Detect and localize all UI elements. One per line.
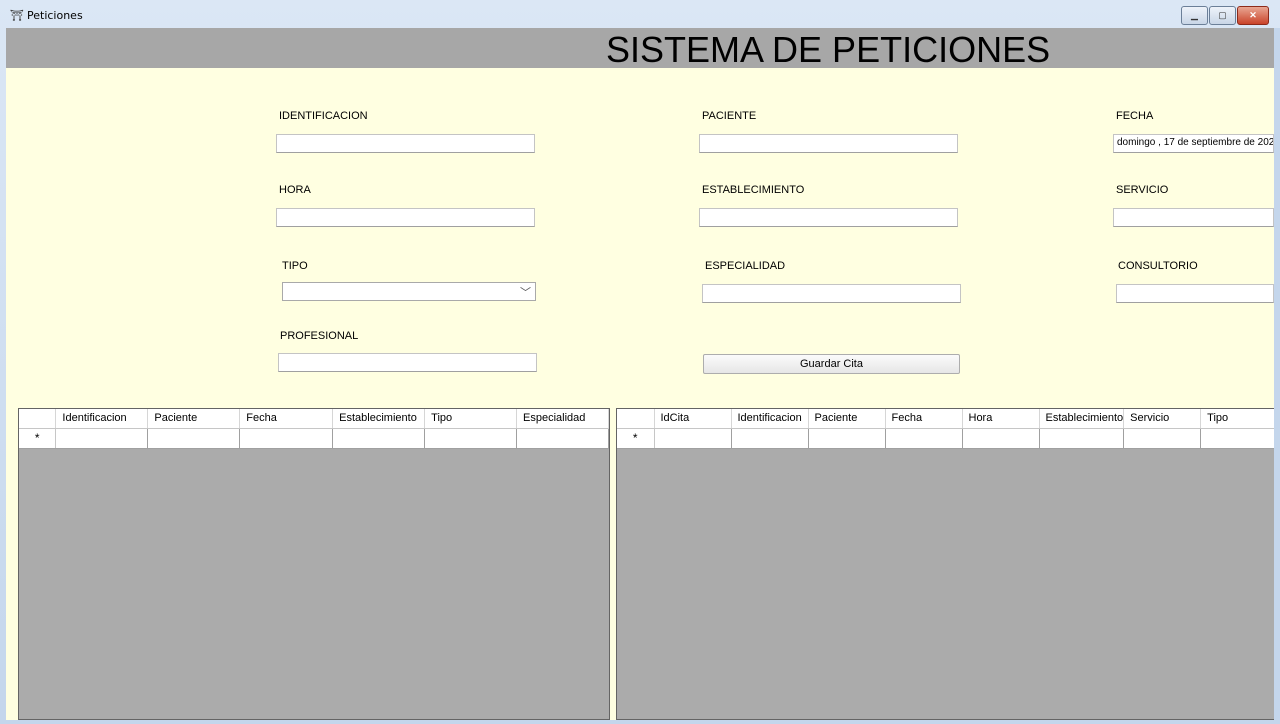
column-header[interactable]: Fecha [885,409,963,429]
table-header-row: Identificacion Paciente Fecha Establecim… [19,409,609,429]
citas-grid[interactable]: IdCita Identificacion Paciente Fecha Hor… [616,408,1274,720]
column-header[interactable]: Identificacion [731,409,809,429]
page-title: SISTEMA DE PETICIONES [606,29,1051,70]
identificacion-field[interactable] [276,134,535,153]
table-cell[interactable] [332,428,426,449]
column-header[interactable]: Especialidad [516,409,609,429]
table-cell[interactable] [1200,428,1274,449]
especialidad-label: ESPECIALIDAD [705,260,786,272]
table-row[interactable]: * [19,428,609,449]
column-header[interactable]: Servicio [1123,409,1202,429]
table-cell[interactable] [962,428,1040,449]
table-cell[interactable] [239,428,334,449]
form-client-area: SISTEMA DE PETICIONES IDENTIFICACION PAC… [6,28,1274,720]
tipo-label: TIPO [282,260,308,272]
column-header[interactable]: Paciente [147,409,241,429]
profesional-label: PROFESIONAL [280,330,359,342]
column-header[interactable]: Establecimiento [1039,409,1125,429]
table-cell[interactable] [424,428,517,449]
chevron-down-icon[interactable]: ﹀ [520,284,531,300]
header-banner: SISTEMA DE PETICIONES [6,28,1274,70]
hora-field[interactable] [276,208,535,227]
maximize-button[interactable]: ▢ [1209,6,1236,25]
table-cell[interactable] [516,428,609,449]
table-cell[interactable] [1123,428,1202,449]
hora-label: HORA [279,184,311,196]
profesional-field[interactable] [278,353,537,372]
minimize-button[interactable]: ▁ [1181,6,1208,25]
maximize-icon: ▢ [1218,10,1227,20]
table-cell[interactable] [147,428,241,449]
minimize-icon: ▁ [1191,10,1198,20]
column-header[interactable]: Tipo [1200,409,1274,429]
column-header[interactable]: IdCita [654,409,732,429]
column-header[interactable]: Establecimiento [332,409,426,429]
especialidad-field[interactable] [702,284,961,303]
table-cell[interactable] [731,428,809,449]
guardar-cita-button[interactable]: Guardar Cita [703,354,960,374]
consultorio-field[interactable] [1116,284,1274,303]
column-header[interactable]: Tipo [424,409,517,429]
servicio-field[interactable] [1113,208,1274,227]
window-border-bottom [0,720,1280,724]
close-icon: ✕ [1249,10,1257,20]
table-cell[interactable] [1039,428,1125,449]
paciente-label: PACIENTE [702,110,757,122]
app-window: ⛩ Peticiones ▁ ▢ ✕ SISTEMA DE PETICIONES… [0,0,1280,724]
fecha-datepicker[interactable]: domingo , 17 de septiembre de 202 [1113,134,1274,153]
table-cell[interactable] [654,428,732,449]
title-bar[interactable]: ⛩ Peticiones ▁ ▢ ✕ [0,0,1280,28]
table-header-row: IdCita Identificacion Paciente Fecha Hor… [617,409,1274,429]
row-header-corner[interactable] [19,409,57,429]
establecimiento-label: ESTABLECIMIENTO [702,184,805,196]
peticiones-grid[interactable]: Identificacion Paciente Fecha Establecim… [18,408,610,720]
peticiones-table: Identificacion Paciente Fecha Establecim… [19,409,609,449]
tipo-dropdown[interactable]: ﹀ [282,282,536,301]
consultorio-label: CONSULTORIO [1118,260,1198,272]
identificacion-label: IDENTIFICACION [279,110,368,122]
table-cell[interactable] [885,428,963,449]
table-row[interactable]: * [617,428,1274,449]
close-button[interactable]: ✕ [1237,6,1269,25]
column-header[interactable]: Identificacion [55,409,149,429]
servicio-label: SERVICIO [1116,184,1169,196]
paciente-field[interactable] [699,134,958,153]
window-title: Peticiones [27,9,83,22]
citas-table: IdCita Identificacion Paciente Fecha Hor… [617,409,1274,449]
new-row-marker[interactable]: * [617,428,655,449]
fecha-label: FECHA [1116,110,1154,122]
window-border-right [1274,28,1280,724]
column-header[interactable]: Hora [962,409,1040,429]
table-cell[interactable] [808,428,886,449]
app-icon: ⛩ [10,10,24,22]
column-header[interactable]: Fecha [239,409,334,429]
table-cell[interactable] [55,428,149,449]
establecimiento-field[interactable] [699,208,958,227]
column-header[interactable]: Paciente [808,409,886,429]
new-row-marker[interactable]: * [19,428,57,449]
row-header-corner[interactable] [617,409,655,429]
